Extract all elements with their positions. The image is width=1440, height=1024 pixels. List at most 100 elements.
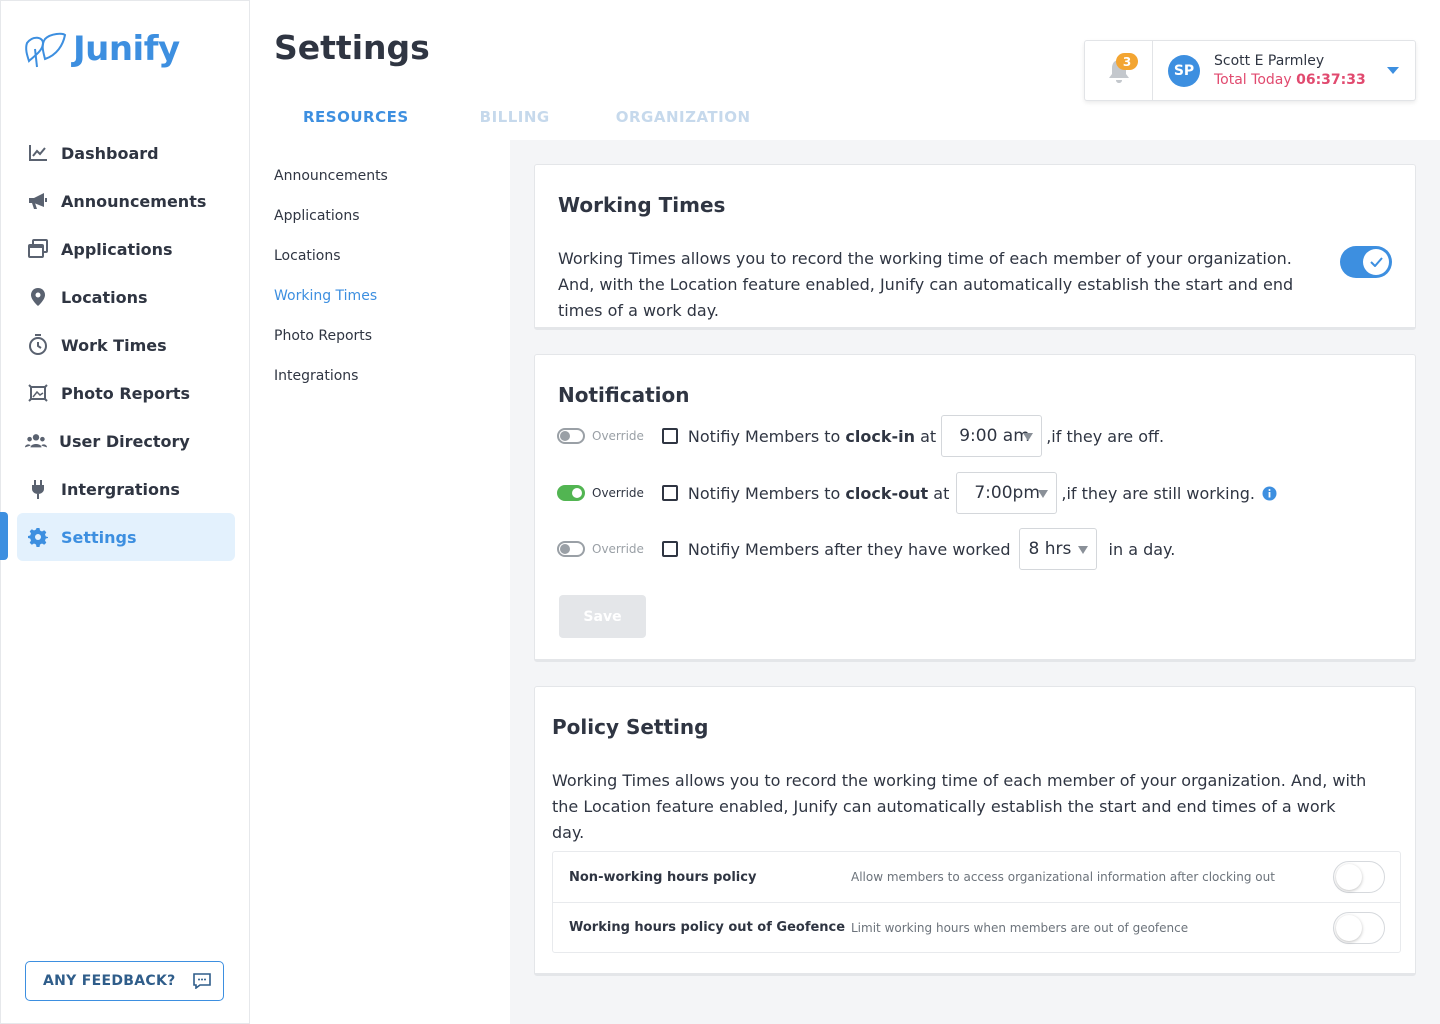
clock-in-prefix: Notifiy Members to [687,426,841,446]
notification-card: Notification Override Notifiy Members to… [534,354,1416,662]
clock-out-checkbox[interactable] [661,485,678,501]
sidebar-item-photo-reports[interactable]: Photo Reports [17,369,235,417]
sidebar-item-label: Intergrations [61,479,180,499]
check-icon [1369,257,1383,267]
notification-count-badge: 3 [1116,53,1138,70]
settings-subnav: Announcements Applications Locations Wor… [250,140,510,1024]
override-toggle[interactable] [557,541,585,557]
settings-tabs: RESOURCES BILLING ORGANIZATION [276,100,778,144]
total-today-label: Total Today [1214,72,1292,88]
total-today-time: 06:37:33 [1296,72,1366,88]
total-today: Total Today 06:37:33 [1214,72,1366,88]
windows-icon [27,238,49,260]
sidebar-item-dashboard[interactable]: Dashboard [17,129,235,177]
feedback-button[interactable]: ANY FEEDBACK? [25,961,224,1001]
worked-hours-value: 8 hrs [1028,539,1072,559]
policy-desc: Allow members to access organizational i… [851,870,1275,884]
clock-in-checkbox[interactable] [661,428,678,444]
chevron-down-icon [1038,490,1049,498]
subnav-item-photo-reports[interactable]: Photo Reports [274,328,372,344]
non-working-hours-toggle[interactable] [1333,861,1385,893]
page-title: Settings [274,28,430,67]
worked-hours-select[interactable]: 8 hrs [1018,528,1097,570]
worked-hours-suffix: in a day. [1108,539,1176,559]
sidebar-item-settings[interactable]: Settings [17,513,235,561]
sidebar-item-work-times[interactable]: Work Times [17,321,235,369]
subnav-item-applications[interactable]: Applications [274,208,360,224]
sidebar-item-label: Photo Reports [61,383,190,403]
chevron-down-icon [1387,67,1399,74]
override-toggle[interactable] [557,485,585,501]
sidebar-item-user-directory[interactable]: User Directory [17,417,235,465]
logo[interactable]: Junify [23,29,180,69]
sidebar-item-label: Applications [61,239,173,259]
sidebar-item-announcements[interactable]: Announcements [17,177,235,225]
clock-out-row: Override Notifiy Members to clock-out at… [557,472,1277,514]
sidebar-item-applications[interactable]: Applications [17,225,235,273]
user-menu[interactable]: SP Scott E Parmley Total Today 06:37:33 [1153,41,1415,100]
avatar: SP [1168,54,1200,87]
tab-billing[interactable]: BILLING [453,100,577,144]
clock-out-time-select[interactable]: 7:00pm [956,472,1058,514]
override-toggle[interactable] [557,428,585,444]
plug-icon [27,478,49,500]
info-icon[interactable] [1262,486,1277,501]
save-button[interactable]: Save [559,595,646,638]
clock-out-keyword: clock-out [845,483,929,503]
active-nav-indicator [0,512,8,560]
users-icon [25,430,47,452]
override-label: Override [592,429,644,443]
feedback-label: ANY FEEDBACK? [43,973,176,989]
clock-in-time-select[interactable]: 9:00 am [941,415,1043,457]
sidebar-item-label: Dashboard [61,143,159,163]
subnav-item-working-times[interactable]: Working Times [274,288,377,304]
notifications-button[interactable]: 3 [1085,41,1153,100]
clock-out-text: Notifiy Members to clock-out at [688,484,949,503]
working-times-card: Working Times Working Times allows you t… [534,164,1416,330]
policy-title: Policy Setting [552,715,709,739]
subnav-item-locations[interactable]: Locations [274,248,341,264]
clock-in-suffix: ,if they are off. [1046,426,1165,446]
chevron-down-icon [1023,433,1034,441]
clock-out-time-value: 7:00pm [974,483,1040,503]
working-times-title: Working Times [558,193,726,217]
logo-text: Junify [73,29,180,69]
photo-frame-icon [27,382,49,404]
working-times-description: Working Times allows you to record the w… [558,249,1294,320]
map-pin-icon [27,286,49,308]
sidebar-item-label: Work Times [61,335,167,355]
policy-row-geofence: Working hours policy out of Geofence Lim… [553,902,1400,952]
clock-in-keyword: clock-in [845,426,916,446]
sidebar-item-label: Settings [61,527,137,547]
policy-desc: Limit working hours when members are out… [851,920,1189,935]
sidebar-item-label: Locations [61,287,148,307]
worked-hours-text: Notifiy Members after they have worked [687,539,1011,559]
tab-resources[interactable]: RESOURCES [276,100,436,144]
user-name: Scott E Parmley [1214,53,1325,69]
worked-hours-row: Override Notifiy Members after they have… [557,528,1175,570]
toggle-knob [1363,249,1389,275]
sidebar-item-locations[interactable]: Locations [17,273,235,321]
clock-in-time-value: 9:00 am [959,426,1030,446]
subnav-item-announcements[interactable]: Announcements [274,168,388,184]
working-times-toggle[interactable] [1340,246,1392,278]
policy-table: Non-working hours policy Allow members t… [552,851,1401,953]
clock-out-suffix: ,if they are still working. [1061,483,1255,503]
header: Settings RESOURCES BILLING ORGANIZATION … [250,0,1440,144]
megaphone-icon [27,190,49,212]
gear-icon [27,526,49,548]
sidebar-item-integrations[interactable]: Intergrations [17,465,235,513]
sidebar-item-label: User Directory [59,431,190,451]
tab-organization[interactable]: ORGANIZATION [589,100,778,144]
subnav-item-integrations[interactable]: Integrations [274,368,358,384]
worked-hours-checkbox[interactable] [661,541,678,557]
geofence-policy-toggle[interactable] [1333,911,1385,944]
policy-name: Non-working hours policy [569,869,757,885]
clock-out-prefix: Notifiy Members to [687,483,841,503]
chart-line-icon [27,142,49,164]
policy-row-non-working-hours: Non-working hours policy Allow members t… [553,852,1400,902]
chat-bubble-icon [193,973,211,989]
leaf-logo-icon [25,32,67,68]
clock-in-text: Notifiy Members to clock-in at [688,427,936,446]
sidebar: Junify Dashboard Announcements Applicati… [0,0,250,1024]
